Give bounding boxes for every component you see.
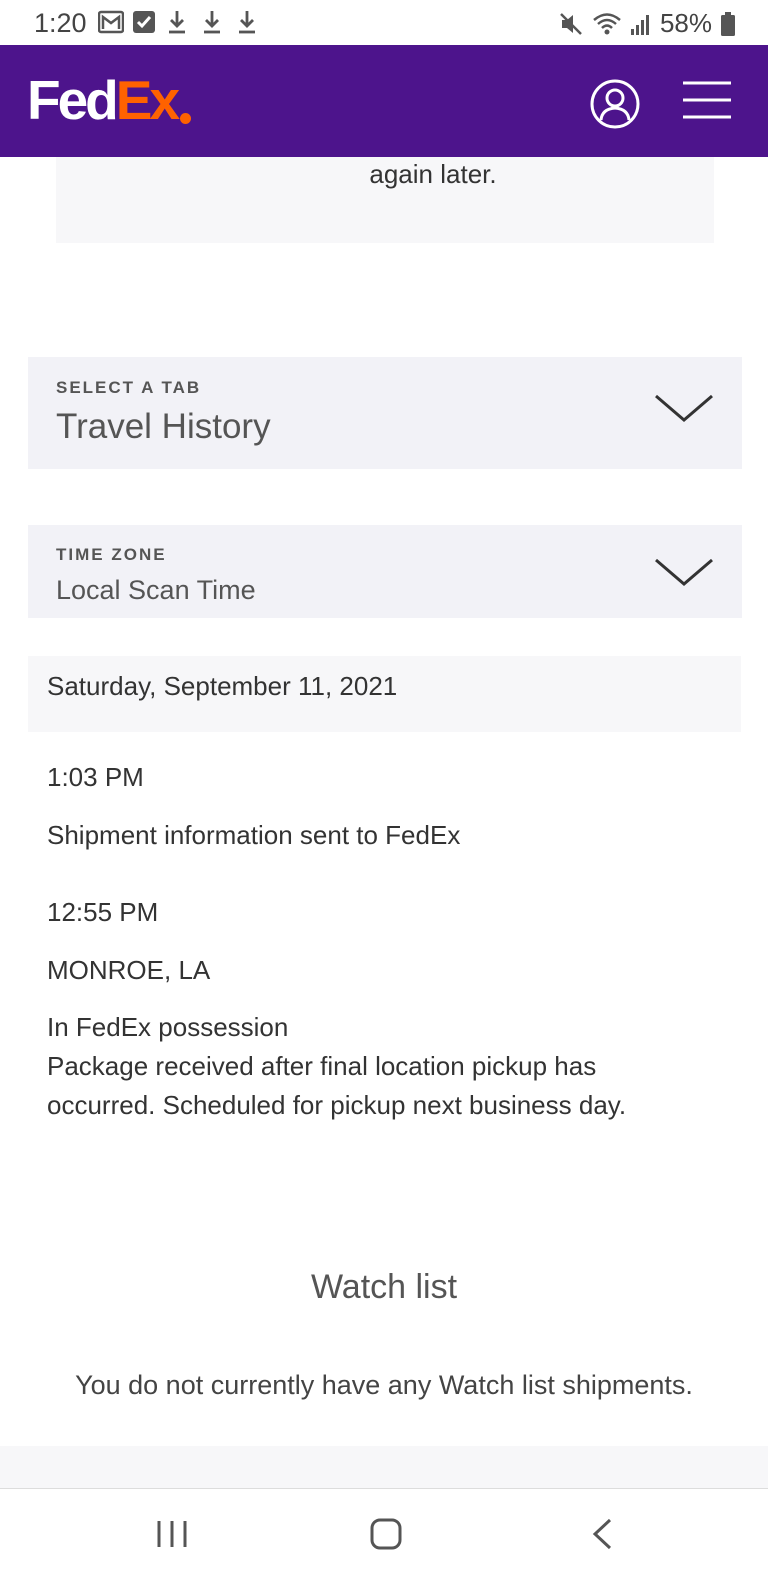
status-time: 1:20 <box>34 8 87 38</box>
logo-fed: Fed <box>27 69 119 131</box>
notice-card: again later. <box>56 157 714 243</box>
tab-select-label: SELECT A TAB <box>56 378 202 397</box>
site-header: FedEx <box>0 45 768 157</box>
event-location: MONROE, LA <box>47 955 211 985</box>
notification-icons <box>98 9 260 35</box>
footer-band <box>0 1446 768 1489</box>
mute-icon <box>560 12 582 35</box>
system-icons: 58% <box>558 8 736 39</box>
event-time: 12:55 PM <box>47 897 159 927</box>
timezone-select-value: Local Scan Time <box>56 575 256 605</box>
tab-select-value: Travel History <box>56 407 271 446</box>
account-icon[interactable] <box>590 79 640 129</box>
battery-icon <box>721 11 735 36</box>
recent-apps-icon[interactable] <box>156 1519 188 1549</box>
watch-list-title: Watch list <box>310 1268 458 1306</box>
hamburger-menu-icon[interactable] <box>683 81 731 119</box>
event-detail: Package received after final location pi… <box>47 1051 627 1120</box>
event-status: In FedEx possession <box>47 1012 289 1042</box>
timezone-select-label: TIME ZONE <box>56 545 167 564</box>
download-icon <box>169 11 185 34</box>
chevron-down-icon <box>655 558 713 586</box>
chevron-down-icon <box>655 394 713 422</box>
watch-list-message: You do not currently have any Watch list… <box>75 1370 693 1400</box>
battery-percent: 58% <box>659 8 712 38</box>
system-nav-bar <box>0 1490 768 1579</box>
gmail-icon <box>98 10 124 34</box>
event-time: 1:03 PM <box>47 762 144 792</box>
download-icon <box>204 11 220 34</box>
signal-icon <box>630 14 649 35</box>
wifi-icon <box>593 12 621 34</box>
fedex-logo[interactable]: FedEx <box>27 73 192 128</box>
logo-ex: Ex <box>115 69 180 131</box>
tab-select-dropdown[interactable]: SELECT A TAB Travel History <box>28 357 742 469</box>
registered-mark-icon <box>180 113 192 124</box>
back-icon[interactable] <box>590 1518 614 1550</box>
date-text: Saturday, September 11, 2021 <box>47 671 398 701</box>
download-icon <box>239 11 255 34</box>
status-bar: 1:20 58% <box>0 0 768 45</box>
date-header: Saturday, September 11, 2021 <box>28 656 741 732</box>
checkbox-icon <box>133 11 155 33</box>
home-icon[interactable] <box>370 1518 402 1550</box>
timezone-select-dropdown[interactable]: TIME ZONE Local Scan Time <box>28 525 742 618</box>
event-description: Shipment information sent to FedEx <box>47 820 461 850</box>
notice-text: again later. <box>369 159 497 189</box>
